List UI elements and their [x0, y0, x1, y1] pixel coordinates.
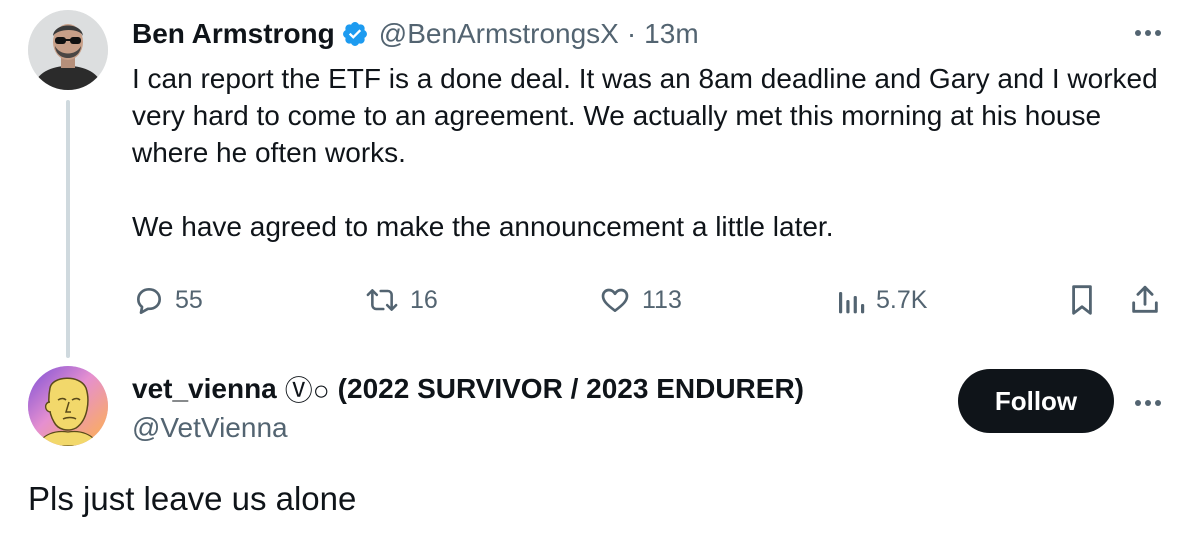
repost-button[interactable]: 16: [364, 280, 438, 320]
author-avatar[interactable]: [28, 10, 108, 90]
more-options-button[interactable]: [1128, 18, 1168, 48]
like-button[interactable]: 113: [598, 280, 682, 320]
heart-icon: [601, 288, 629, 312]
bookmark-icon: [1072, 285, 1092, 315]
reply-header: vet_vienna Ⓥ○ (2022 SURVIVOR / 2023 ENDU…: [132, 370, 804, 408]
reply-count: 55: [175, 285, 203, 314]
wojak-avatar-image: [28, 366, 108, 446]
reply-more-options-button[interactable]: [1128, 388, 1168, 418]
verified-badge-icon: [341, 20, 369, 48]
author-name[interactable]: Ben Armstrong: [132, 18, 335, 50]
reply-author-handle[interactable]: @VetVienna: [132, 412, 288, 444]
bar-chart-icon: [839, 292, 865, 314]
header-separator: ·: [626, 18, 637, 49]
name-emoji-symbols: Ⓥ○: [284, 375, 330, 406]
thread-connector-line: [66, 100, 70, 358]
follow-button[interactable]: Follow: [958, 369, 1114, 433]
tweet-paragraph: We have agreed to make the announcement …: [132, 211, 834, 242]
share-upload-icon: [1132, 285, 1158, 313]
views-button[interactable]: 5.7K: [836, 280, 927, 320]
reply-button[interactable]: 55: [133, 280, 203, 320]
author-handle[interactable]: @BenArmstrongsX: [379, 18, 619, 50]
bookmark-button[interactable]: [1068, 280, 1096, 320]
more-dots-icon: [1135, 30, 1161, 36]
share-button[interactable]: [1128, 280, 1162, 320]
reply-author-name[interactable]: vet_vienna: [132, 373, 277, 405]
tweet-timestamp[interactable]: 13m: [644, 18, 698, 50]
tweet-text: I can report the ETF is a done deal. It …: [132, 60, 1162, 245]
views-count: 5.7K: [876, 285, 928, 314]
like-count: 113: [642, 285, 682, 314]
reply-bubble-icon: [137, 288, 161, 314]
reply-author-avatar[interactable]: [28, 366, 108, 446]
avatar-photo: [28, 10, 108, 90]
more-dots-icon: [1135, 400, 1161, 406]
repost-count: 16: [410, 285, 438, 314]
tweet-header: Ben Armstrong @BenArmstrongsX · 13m: [132, 14, 699, 54]
repost-arrows-icon: [366, 289, 398, 311]
name-suffix: (2022 SURVIVOR / 2023 ENDURER): [337, 373, 804, 404]
reply-text: Pls just leave us alone: [28, 480, 357, 517]
tweet-paragraph: I can report the ETF is a done deal. It …: [132, 63, 1158, 168]
